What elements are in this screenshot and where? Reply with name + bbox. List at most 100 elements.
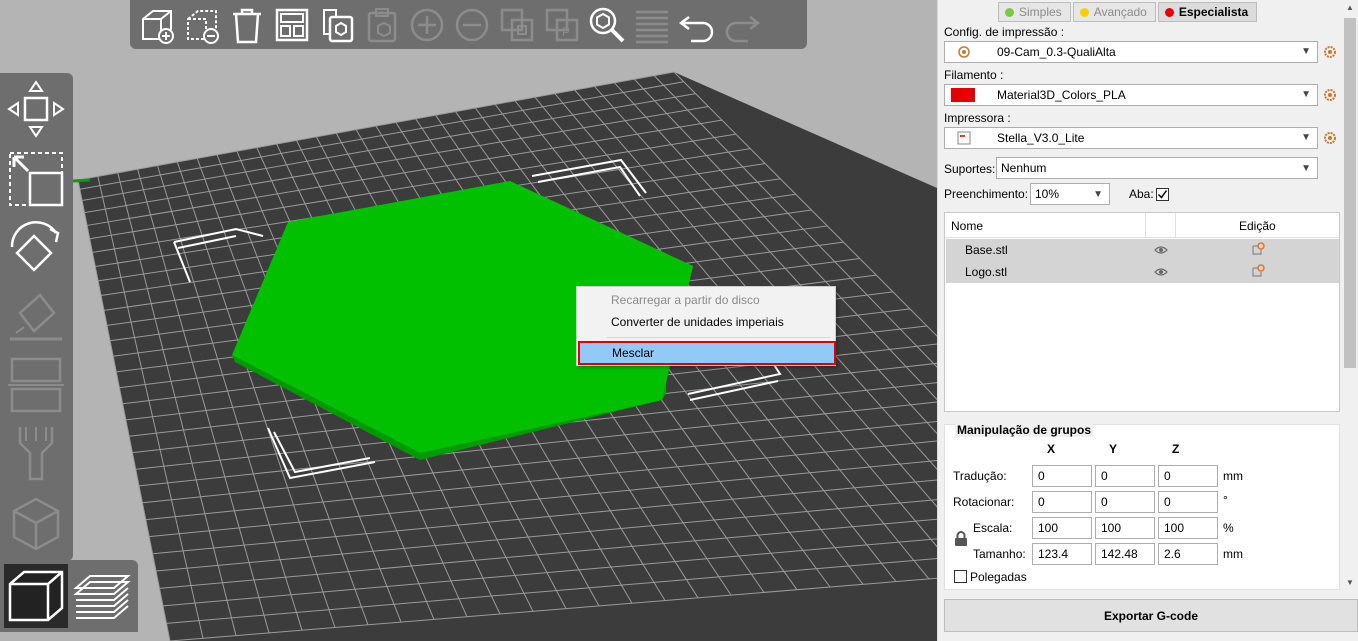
arrange-icon[interactable]: [269, 2, 314, 47]
tab-expert[interactable]: Especialista: [1157, 2, 1258, 22]
chevron-down-icon: ▼: [1301, 163, 1311, 174]
column-edit-header[interactable]: Edição: [1239, 219, 1276, 233]
inches-checkbox[interactable]: [954, 570, 967, 583]
size-y-input[interactable]: 142.48: [1095, 543, 1155, 565]
main-toolbar: P: [130, 0, 807, 49]
object-list-header: Nome Edição: [945, 213, 1339, 238]
3d-viewport[interactable]: P Recarregar a partir do disco Converter…: [0, 0, 937, 641]
brim-label: Aba:: [1129, 187, 1154, 201]
rotation-unit: °: [1223, 493, 1228, 507]
scale-label: Escala:: [973, 521, 1013, 535]
size-label: Tamanho:: [973, 547, 1026, 561]
tab-simple-label: Simples: [1019, 5, 1062, 19]
supports-select[interactable]: Nenhum ▼: [996, 157, 1318, 179]
translation-y-input[interactable]: 0: [1095, 465, 1155, 487]
gizmo-toolbar: [0, 73, 73, 561]
check-icon: [1157, 190, 1168, 199]
translation-x-input[interactable]: 0: [1032, 465, 1092, 487]
infill-value: 10%: [1035, 187, 1060, 201]
object-name: Base.stl: [965, 243, 1008, 257]
translation-label: Tradução:: [953, 469, 1007, 483]
rotate-icon[interactable]: [4, 215, 68, 279]
supports-value: Nenhum: [1001, 161, 1047, 175]
edit-settings-icon[interactable]: [1251, 264, 1265, 278]
axis-y-header: Y: [1109, 442, 1118, 456]
infill-label: Preenchimento:: [944, 187, 1029, 201]
paint-supports-icon: [4, 421, 68, 485]
layers-editor-icon: [629, 2, 674, 47]
printer-select[interactable]: Stella_V3.0_Lite ▼: [944, 127, 1318, 149]
split-parts-icon: P: [539, 2, 584, 47]
edit-settings-icon[interactable]: [1251, 242, 1265, 256]
seam-icon: [4, 491, 68, 555]
preview-layers-icon[interactable]: [70, 564, 134, 628]
size-z-input[interactable]: 2.6: [1158, 543, 1218, 565]
chevron-down-icon: ▼: [1301, 132, 1311, 143]
cut-icon: [4, 353, 68, 417]
scale-y-input[interactable]: 100: [1095, 517, 1155, 539]
context-menu: Recarregar a partir do disco Converter d…: [576, 286, 836, 366]
scale-z-input[interactable]: 100: [1158, 517, 1218, 539]
filament-color-swatch[interactable]: [951, 88, 975, 102]
printer-icon: [957, 131, 971, 145]
search-icon[interactable]: [584, 2, 629, 47]
split-objects-icon: [494, 2, 539, 47]
tab-expert-label: Especialista: [1178, 5, 1249, 19]
export-gcode-button[interactable]: Exportar G-code: [944, 599, 1358, 632]
rotation-x-input[interactable]: 0: [1032, 491, 1092, 513]
copy-icon[interactable]: [314, 2, 359, 47]
simple-dot-icon: [1005, 7, 1014, 17]
filament-label: Filamento :: [944, 68, 1004, 82]
object-row-base[interactable]: Base.stl: [946, 239, 1339, 261]
delete-all-icon[interactable]: [224, 2, 269, 47]
eye-icon[interactable]: [1154, 266, 1168, 278]
eye-icon[interactable]: [1154, 244, 1168, 256]
scroll-down-icon[interactable]: ▼: [1346, 578, 1354, 587]
tab-advanced[interactable]: Avançado: [1072, 2, 1156, 22]
sidebar-scrollbar[interactable]: ▲ ▼: [1342, 0, 1358, 592]
add-instance-icon: [404, 2, 449, 47]
undo-icon[interactable]: [674, 2, 719, 47]
view-toggle: [0, 560, 138, 632]
menu-item-convert-imperial[interactable]: Converter de unidades imperiais: [577, 311, 835, 333]
printer-value: Stella_V3.0_Lite: [997, 131, 1085, 145]
rotation-y-input[interactable]: 0: [1095, 491, 1155, 513]
column-divider: [1145, 213, 1146, 238]
brim-checkbox[interactable]: [1156, 188, 1169, 201]
redo-icon: [719, 2, 764, 47]
scale-x-input[interactable]: 100: [1032, 517, 1092, 539]
add-object-icon[interactable]: [134, 2, 179, 47]
gear-icon[interactable]: [1323, 45, 1337, 59]
settings-sidebar: Simples Avançado Especialista Config. de…: [937, 0, 1358, 641]
scale-icon[interactable]: [4, 147, 68, 211]
filament-select[interactable]: Material3D_Colors_PLA ▼: [944, 84, 1318, 106]
print-config-label: Config. de impressão :: [944, 25, 1065, 39]
scroll-up-icon[interactable]: ▲: [1346, 3, 1354, 12]
gear-icon[interactable]: [1323, 88, 1337, 102]
cog-icon: [958, 46, 970, 58]
inches-label: Polegadas: [970, 570, 1027, 584]
menu-item-merge[interactable]: Mesclar: [578, 341, 836, 365]
supports-label: Suportes:: [944, 162, 996, 176]
infill-select[interactable]: 10% ▼: [1030, 183, 1110, 205]
tab-simple[interactable]: Simples: [998, 2, 1071, 22]
object-row-logo[interactable]: Logo.stl: [946, 261, 1339, 283]
translation-z-input[interactable]: 0: [1158, 465, 1218, 487]
print-config-select[interactable]: 09-Cam_0.3-QualiAlta ▼: [944, 41, 1318, 63]
manipulation-title: Manipulação de grupos: [955, 423, 1094, 437]
rotation-z-input[interactable]: 0: [1158, 491, 1218, 513]
expert-dot-icon: [1164, 7, 1174, 17]
3d-view-icon[interactable]: [4, 564, 68, 628]
size-x-input[interactable]: 123.4: [1032, 543, 1092, 565]
scrollbar-thumb[interactable]: [1344, 18, 1356, 368]
print-config-value: 09-Cam_0.3-QualiAlta: [997, 45, 1116, 59]
move-icon[interactable]: [4, 77, 68, 141]
lock-icon[interactable]: [954, 531, 968, 547]
object-list[interactable]: Nome Edição Base.stl Logo.stl: [944, 212, 1340, 412]
svg-text:P: P: [562, 25, 570, 39]
gear-icon[interactable]: [1323, 131, 1337, 145]
advanced-dot-icon: [1079, 7, 1089, 17]
column-name-header[interactable]: Nome: [951, 219, 983, 233]
delete-object-icon[interactable]: [179, 2, 224, 47]
mode-tabs: Simples Avançado Especialista: [998, 2, 1258, 22]
